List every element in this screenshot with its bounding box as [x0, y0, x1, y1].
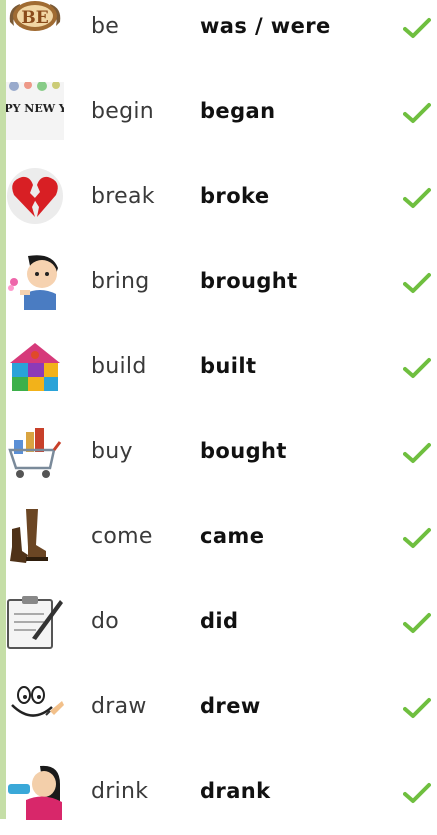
past-form: drew	[200, 694, 261, 718]
svg-text:BE: BE	[21, 8, 48, 28]
verb-row-build: build built	[0, 325, 437, 410]
verb-row-draw: draw drew	[0, 665, 437, 750]
base-form: break	[91, 184, 155, 209]
past-form: broke	[200, 184, 270, 208]
past-form: drank	[200, 779, 271, 803]
checkmark-icon	[403, 102, 431, 124]
past-form: was / were	[200, 14, 331, 38]
checkmark-icon	[403, 527, 431, 549]
checkmark-icon	[403, 17, 431, 39]
svg-text:HAPPY NEW YEAR: HAPPY NEW YEAR	[6, 102, 64, 115]
verb-list: BE be was / were HAPPY NEW YEAR begin be…	[0, 0, 437, 835]
verb-row-be: BE be was / were	[0, 0, 437, 70]
base-form: do	[91, 609, 120, 634]
shopping-cart-icon	[6, 422, 64, 480]
drawing-face-icon	[6, 677, 64, 735]
past-form: bought	[200, 439, 287, 463]
verb-row-bring: bring brought	[0, 240, 437, 325]
base-form: bring	[91, 269, 150, 294]
verb-row-break: break broke	[0, 155, 437, 240]
verb-row-begin: HAPPY NEW YEAR begin began	[0, 70, 437, 155]
base-form: draw	[91, 694, 147, 719]
base-form: begin	[91, 99, 155, 124]
past-form: brought	[200, 269, 298, 293]
verb-row-drink: drink drank	[0, 750, 437, 835]
broken-heart-icon	[6, 167, 64, 225]
walking-boots-icon	[6, 507, 64, 565]
boy-bringing-flowers-icon	[6, 252, 64, 310]
checkmark-icon	[403, 272, 431, 294]
checkmark-icon	[403, 187, 431, 209]
happy-new-year-icon: HAPPY NEW YEAR	[6, 82, 64, 140]
checkmark-icon	[403, 782, 431, 804]
past-form: came	[200, 524, 265, 548]
girl-drinking-icon	[6, 762, 64, 820]
be-badge-icon: BE	[6, 0, 64, 54]
past-form: built	[200, 354, 257, 378]
base-form: buy	[91, 439, 133, 464]
base-form: be	[91, 14, 120, 39]
checkmark-icon	[403, 612, 431, 634]
past-form: did	[200, 609, 239, 633]
base-form: build	[91, 354, 147, 379]
past-form: began	[200, 99, 276, 123]
base-form: come	[91, 524, 153, 549]
checkmark-icon	[403, 697, 431, 719]
clipboard-pen-icon	[6, 592, 64, 650]
checkmark-icon	[403, 357, 431, 379]
base-form: drink	[91, 779, 149, 804]
checkmark-icon	[403, 442, 431, 464]
verb-row-buy: buy bought	[0, 410, 437, 495]
puzzle-house-icon	[6, 337, 64, 395]
verb-row-come: come came	[0, 495, 437, 580]
verb-row-do: do did	[0, 580, 437, 665]
